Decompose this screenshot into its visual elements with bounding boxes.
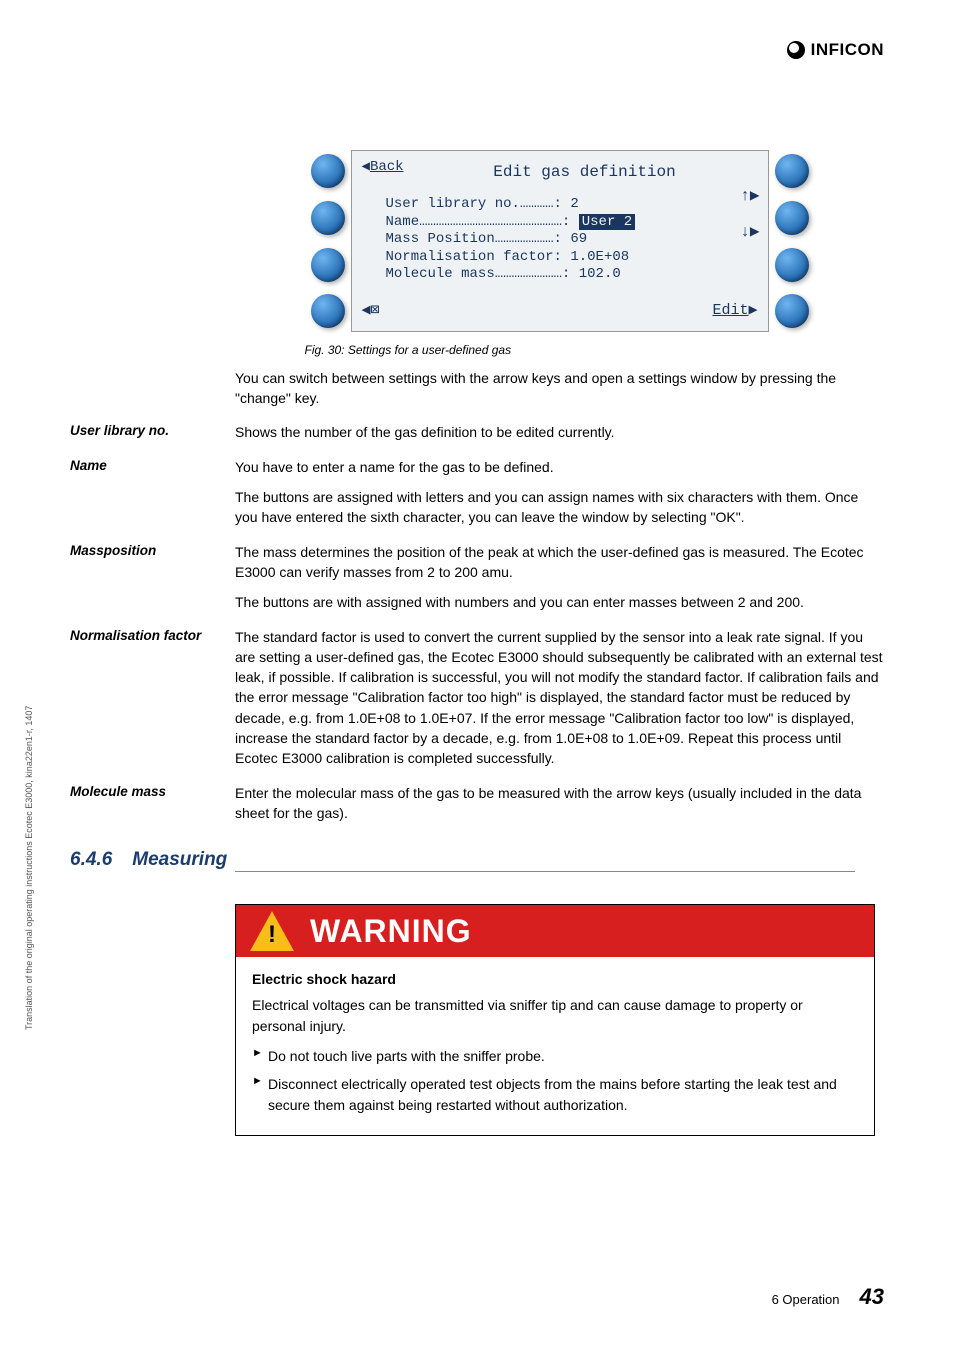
softkey-button[interactable] [775,248,809,282]
text-name-2: The buttons are assigned with letters an… [235,487,884,528]
screen-body: User library no.…………: 2 Name………………………………… [362,196,758,284]
figure-description: You can switch between settings with the… [235,368,884,409]
label-normalisation: Normalisation factor [70,627,235,769]
section-title: Measuring [132,849,227,871]
screen-title: Edit gas definition [412,157,758,184]
softkeys-left [305,150,351,332]
page-number: 43 [860,1284,884,1310]
label-molecule-mass: Molecule mass [70,783,235,824]
page-footer: 6 Operation 43 [772,1284,884,1310]
warning-triangle-icon: ! [250,911,294,951]
cancel-icon[interactable]: ◀⊠ [362,300,380,322]
label-user-library: User library no. [70,422,235,442]
warning-title: WARNING [310,913,472,950]
warning-box: ! WARNING Electric shock hazard Electric… [235,904,875,1136]
back-button[interactable]: ◀Back [362,157,404,177]
softkey-button[interactable] [775,154,809,188]
softkey-button[interactable] [311,294,345,328]
text-mass-2: The buttons are with assigned with numbe… [235,592,884,612]
label-name: Name [70,457,235,528]
label-massposition: Massposition [70,542,235,613]
warning-item: Disconnect electrically operated test ob… [252,1074,858,1115]
softkey-button[interactable] [775,201,809,235]
chapter-label: 6 Operation [772,1292,840,1307]
warning-subtitle: Electric shock hazard [252,969,858,989]
softkey-button[interactable] [775,294,809,328]
warning-header: ! WARNING [236,905,874,957]
text-mol: Enter the molecular mass of the gas to b… [235,783,884,824]
text-user-library: Shows the number of the gas definition t… [235,422,884,442]
edit-button[interactable]: Edit▶ [712,300,757,322]
section-heading: 6.4.6 Measuring [70,849,884,871]
figure-caption: Fig. 30: Settings for a user-defined gas [305,342,815,359]
text-name-1: You have to enter a name for the gas to … [235,457,884,477]
device-screenshot: ◀Back Edit gas definition ↑▶ ↓▶ User lib… [305,150,815,332]
side-meta-text: Translation of the original operating in… [24,706,34,1030]
warning-text: Electrical voltages can be transmitted v… [252,995,858,1036]
text-norm: The standard factor is used to convert t… [235,627,884,769]
softkeys-right [769,150,815,332]
brand-logo: INFICON [787,40,884,60]
arrow-down-icon[interactable]: ↓▶ [740,221,759,244]
section-number: 6.4.6 [70,849,112,871]
arrow-up-icon[interactable]: ↑▶ [740,185,759,208]
brand-icon [787,41,805,59]
text-mass-1: The mass determines the position of the … [235,542,884,583]
section-rule [235,871,855,872]
softkey-button[interactable] [311,154,345,188]
warning-item: Do not touch live parts with the sniffer… [252,1046,858,1066]
softkey-button[interactable] [311,201,345,235]
softkey-button[interactable] [311,248,345,282]
brand-name: INFICON [811,40,884,60]
